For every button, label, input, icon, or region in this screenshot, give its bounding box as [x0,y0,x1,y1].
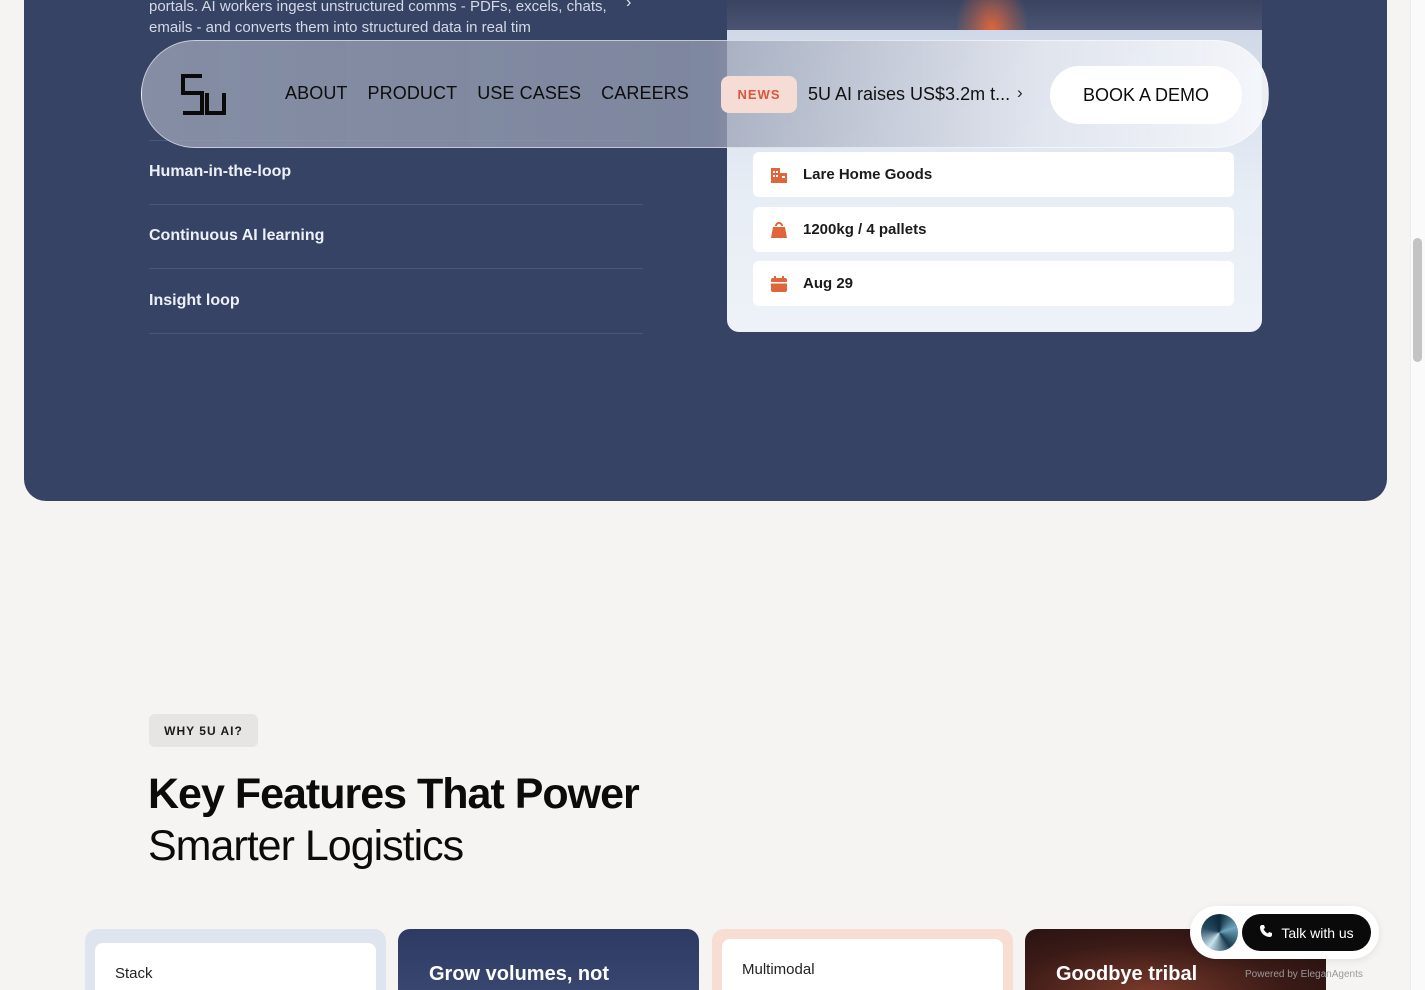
card-label: Multimodal [742,961,815,978]
agent-avatar[interactable] [1201,914,1238,951]
feature-card-stack[interactable]: Stack [85,929,386,990]
talk-widget: Talk with us [1190,906,1379,959]
feature-item-continuous-learning[interactable]: Continuous AI learning [149,205,643,269]
feature-card-multimodal[interactable]: Multimodal [712,929,1013,990]
info-row-text: Aug 29 [803,275,854,292]
building-icon [769,165,789,185]
feature-card-grow-volumes[interactable]: Grow volumes, not [398,929,699,990]
info-row-text: 1200kg / 4 pallets [803,221,927,238]
nav-links: ABOUT PRODUCT USE CASES CAREERS [285,83,689,104]
info-row-weight: 1200kg / 4 pallets [753,207,1234,252]
book-demo-button[interactable]: BOOK A DEMO [1050,66,1242,124]
hero-description: portals. AI workers ingest unstructured … [149,0,607,36]
scrollbar-track[interactable] [1410,0,1425,990]
feature-list: Human-in-the-loop Continuous AI learning… [149,140,643,334]
top-navigation: ABOUT PRODUCT USE CASES CAREERS NEWS 5U … [141,40,1269,148]
nav-link-careers[interactable]: CAREERS [601,83,689,104]
card-title: Grow volumes, not [429,963,610,985]
news-headline-link[interactable]: 5U AI raises US$3.2m t... [808,84,1010,105]
weight-icon [769,220,789,240]
card-title: Goodbye tribal [1056,963,1198,985]
phone-icon [1259,924,1273,941]
card-label: Stack [115,965,153,982]
scrollbar-thumb[interactable] [1413,238,1422,362]
section-subheadline: Smarter Logistics [148,822,464,870]
chevron-right-icon[interactable]: › [626,0,631,12]
section-badge: WHY 5U AI? [149,714,258,747]
feature-item-human-in-the-loop[interactable]: Human-in-the-loop [149,140,643,205]
chevron-right-icon[interactable]: › [1017,83,1023,103]
feature-item-insight-loop[interactable]: Insight loop [149,269,643,334]
info-row-text: Lare Home Goods [803,166,933,183]
calendar-icon [769,274,789,294]
talk-with-us-button[interactable]: Talk with us [1242,914,1371,951]
news-badge[interactable]: NEWS [721,76,797,113]
section-headline: Key Features That Power [148,770,640,818]
5u-logo-icon[interactable] [180,73,228,119]
nav-link-use-cases[interactable]: USE CASES [477,83,581,104]
nav-link-about[interactable]: ABOUT [285,83,348,104]
info-card-glow [957,0,1027,30]
info-row-customer: Lare Home Goods [753,152,1234,197]
talk-label: Talk with us [1281,924,1354,941]
powered-by-link[interactable]: Powered by EleganAgents [1245,969,1363,980]
info-row-date: Aug 29 [753,261,1234,306]
nav-link-product[interactable]: PRODUCT [368,83,458,104]
